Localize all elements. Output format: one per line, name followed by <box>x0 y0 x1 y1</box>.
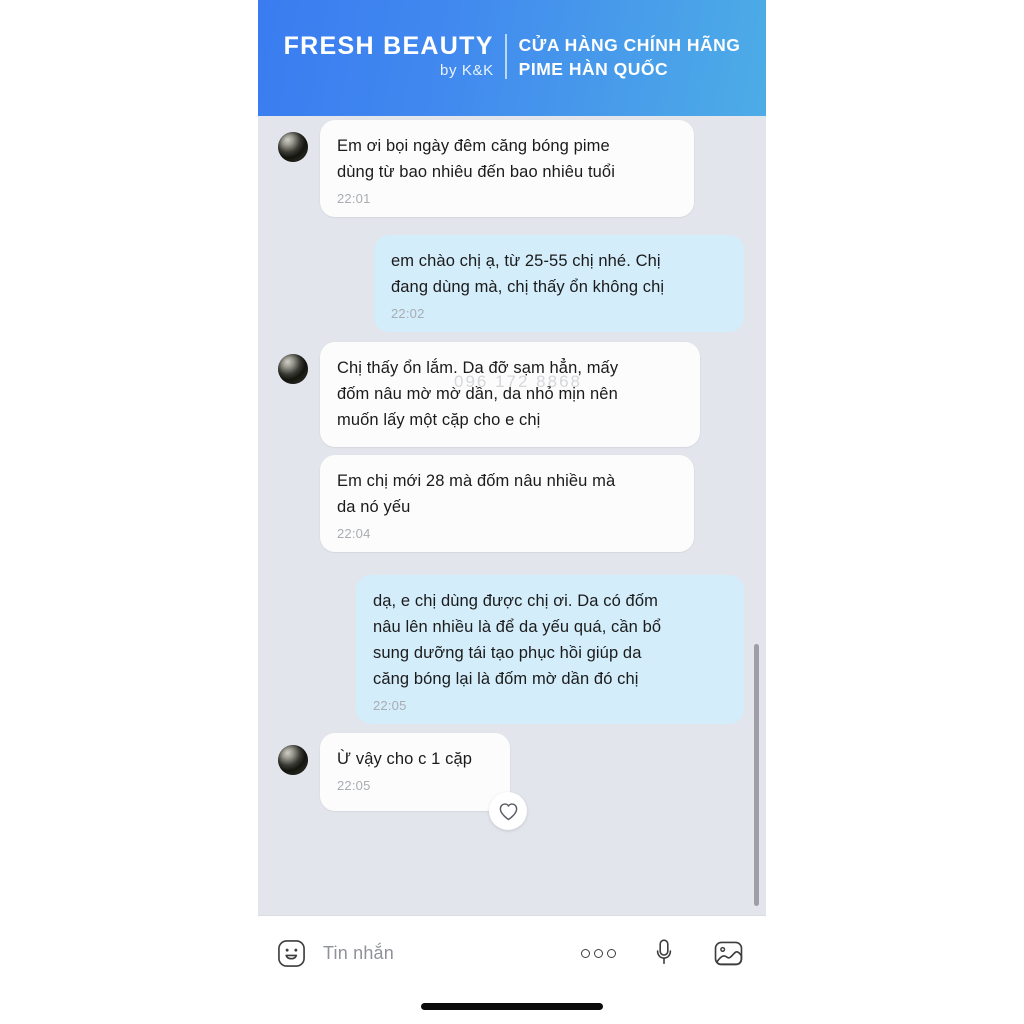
avatar[interactable] <box>278 354 308 384</box>
message-text: Em ơi bọi ngày đêm căng bóng pime dùng t… <box>337 137 615 181</box>
brand-block: FRESH BEAUTY by K&K <box>284 33 505 81</box>
image-gallery-icon <box>714 941 742 965</box>
message-input-placeholder[interactable]: Tin nhắn <box>323 943 581 964</box>
message-input-bar: Tin nhắn <box>258 915 766 1024</box>
message-bubble[interactable]: dạ, e chị dùng được chị ơi. Da có đốm nâ… <box>356 575 744 724</box>
microphone-icon <box>656 938 672 964</box>
message-text: Chị thấy ổn lắm. Da đỡ sạm hẳn, mấy đốm … <box>337 359 619 429</box>
message-bubble[interactable]: Chị thấy ổn lắm. Da đỡ sạm hẳn, mấy đốm … <box>320 342 700 447</box>
avatar[interactable] <box>278 745 308 775</box>
message-time: 22:02 <box>391 306 425 321</box>
store-title: CỬA HÀNG CHÍNH HÃNG PIME HÀN QUỐC <box>507 33 741 81</box>
store-title-line1: CỬA HÀNG CHÍNH HÃNG <box>518 35 741 55</box>
more-options-button[interactable] <box>581 948 616 958</box>
bubble-stack-5: dạ, e chị dùng được chị ơi. Da có đốm nâ… <box>356 575 744 724</box>
voice-record-button[interactable] <box>650 937 678 969</box>
gallery-button[interactable] <box>712 937 744 969</box>
message-list[interactable]: Em ơi bọi ngày đêm căng bóng pime dùng t… <box>258 116 766 915</box>
bubble-stack-1: Em ơi bọi ngày đêm căng bóng pime dùng t… <box>320 120 694 217</box>
chat-scrollbar-thumb[interactable] <box>754 644 759 906</box>
message-row-1: Em ơi bọi ngày đêm căng bóng pime dùng t… <box>278 120 694 217</box>
message-text: Ừ vậy cho c 1 cặp <box>337 750 473 768</box>
chat-screen: FRESH BEAUTY by K&K CỬA HÀNG CHÍNH HÃNG … <box>258 0 766 1024</box>
bubble-stack-3: Chị thấy ổn lắm. Da đỡ sạm hẳn, mấy đốm … <box>320 342 700 552</box>
message-input-row: Tin nhắn <box>258 930 766 976</box>
brand-name: FRESH BEAUTY <box>283 32 494 60</box>
smiley-sticker-icon <box>277 939 305 967</box>
message-text: Em chị mới 28 mà đốm nâu nhiều mà da nó … <box>337 472 616 516</box>
sticker-button[interactable] <box>276 938 306 968</box>
three-dots-icon <box>594 948 603 958</box>
three-dots-icon <box>607 948 616 958</box>
message-row-2: em chào chị ạ, từ 25-55 chị nhé. Chị đan… <box>374 235 744 332</box>
avatar[interactable] <box>278 132 308 162</box>
brand-byline: by K&K <box>440 62 494 79</box>
heart-outline-icon <box>499 802 517 820</box>
message-bubble[interactable]: Em ơi bọi ngày đêm căng bóng pime dùng t… <box>320 120 694 217</box>
message-row-5: dạ, e chị dùng được chị ơi. Da có đốm nâ… <box>356 575 744 724</box>
screenshot-root: FRESH BEAUTY by K&K CỬA HÀNG CHÍNH HÃNG … <box>0 0 1024 1024</box>
message-time: 22:05 <box>373 698 407 713</box>
message-text: dạ, e chị dùng được chị ơi. Da có đốm nâ… <box>373 592 662 688</box>
banner-content: FRESH BEAUTY by K&K CỬA HÀNG CHÍNH HÃNG … <box>258 33 766 81</box>
message-text: em chào chị ạ, từ 25-55 chị nhé. Chị đan… <box>391 252 665 296</box>
bubble-stack-2: em chào chị ạ, từ 25-55 chị nhé. Chị đan… <box>374 235 744 332</box>
store-title-line2: PIME HÀN QUỐC <box>518 59 669 79</box>
bubble-stack-6: Ừ vậy cho c 1 cặp 22:05 <box>320 733 527 830</box>
message-bubble[interactable]: em chào chị ạ, từ 25-55 chị nhé. Chị đan… <box>374 235 744 332</box>
message-time: 22:01 <box>337 191 371 206</box>
three-dots-icon <box>581 948 590 958</box>
message-bubble[interactable]: Ừ vậy cho c 1 cặp 22:05 <box>320 733 527 830</box>
store-banner: FRESH BEAUTY by K&K CỬA HÀNG CHÍNH HÃNG … <box>258 0 766 116</box>
chat-scrollbar[interactable] <box>752 116 760 915</box>
message-row-6: Ừ vậy cho c 1 cặp 22:05 <box>278 733 527 830</box>
home-indicator <box>421 1003 603 1010</box>
heart-reaction-badge[interactable] <box>489 792 527 830</box>
message-time: 22:04 <box>337 526 371 541</box>
message-time: 22:05 <box>337 778 371 793</box>
message-row-3: Chị thấy ổn lắm. Da đỡ sạm hẳn, mấy đốm … <box>278 342 700 552</box>
message-bubble[interactable]: Em chị mới 28 mà đốm nâu nhiều mà da nó … <box>320 455 694 552</box>
